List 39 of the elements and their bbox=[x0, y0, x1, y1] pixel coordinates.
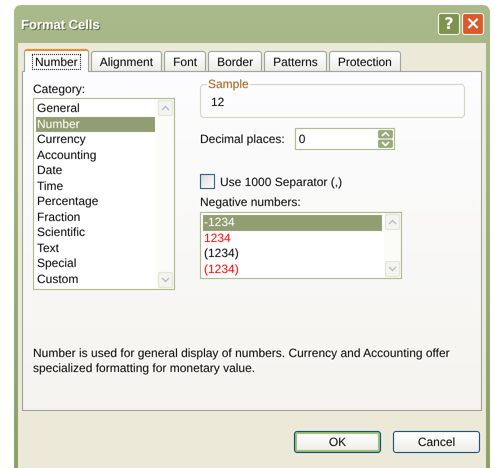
list-item[interactable]: Text bbox=[36, 240, 155, 256]
list-item[interactable]: Scientific bbox=[36, 225, 155, 240]
list-item[interactable]: Fraction bbox=[36, 210, 155, 225]
list-item[interactable]: Special bbox=[36, 256, 155, 272]
list-item[interactable]: 1234 bbox=[203, 230, 382, 246]
description-text: Number is used for general display of numbers. Currency and Accounting offer specialized formatting for monetary value. bbox=[33, 346, 451, 376]
scroll-down-icon[interactable] bbox=[158, 272, 173, 288]
category-list[interactable]: General Number Currency Accounting Date Time Percentage Fraction Scientific Text Special Custom bbox=[33, 98, 175, 290]
tab[interactable]: Patterns bbox=[264, 51, 327, 71]
list-item[interactable]: General bbox=[36, 101, 155, 116]
cancel-button[interactable]: Cancel bbox=[393, 431, 480, 453]
list-item[interactable]: Accounting bbox=[36, 148, 155, 163]
negative-numbers-label: Negative numbers: bbox=[200, 195, 302, 209]
close-button[interactable]: × bbox=[462, 13, 484, 35]
list-item[interactable]: (1234) bbox=[203, 262, 382, 277]
category-label: Category: bbox=[33, 82, 86, 96]
spin-arrows-icon[interactable] bbox=[378, 130, 393, 148]
list-item[interactable]: Percentage bbox=[36, 194, 155, 210]
separator-checkbox[interactable]: Use 1000 Separator (,) bbox=[200, 174, 342, 189]
decimal-places-spinner[interactable]: 0 bbox=[294, 128, 395, 150]
tab[interactable]: Number bbox=[24, 49, 89, 72]
list-item[interactable]: Date bbox=[36, 163, 155, 178]
tab[interactable]: Font bbox=[164, 51, 206, 71]
tab[interactable]: Protection bbox=[328, 51, 401, 71]
list-item[interactable]: Currency bbox=[36, 132, 155, 148]
list-item[interactable]: Time bbox=[36, 178, 155, 194]
tab[interactable]: Border bbox=[208, 51, 262, 71]
list-item[interactable]: Custom bbox=[36, 272, 155, 287]
negative-numbers-list[interactable]: -1234 1234 (1234) (1234) bbox=[200, 212, 402, 279]
tab[interactable]: Alignment bbox=[90, 51, 162, 71]
scroll-down-icon[interactable] bbox=[385, 261, 400, 277]
list-item[interactable]: (1234) bbox=[203, 246, 382, 262]
scroll-up-icon[interactable] bbox=[385, 214, 400, 230]
sample-label: Sample bbox=[207, 77, 250, 91]
decimal-places-label: Decimal places: bbox=[200, 132, 285, 146]
window-title: Format Cells bbox=[21, 16, 100, 32]
ok-button[interactable]: OK bbox=[294, 431, 381, 453]
scroll-up-icon[interactable] bbox=[158, 100, 173, 116]
sample-value: 12 bbox=[211, 95, 224, 109]
